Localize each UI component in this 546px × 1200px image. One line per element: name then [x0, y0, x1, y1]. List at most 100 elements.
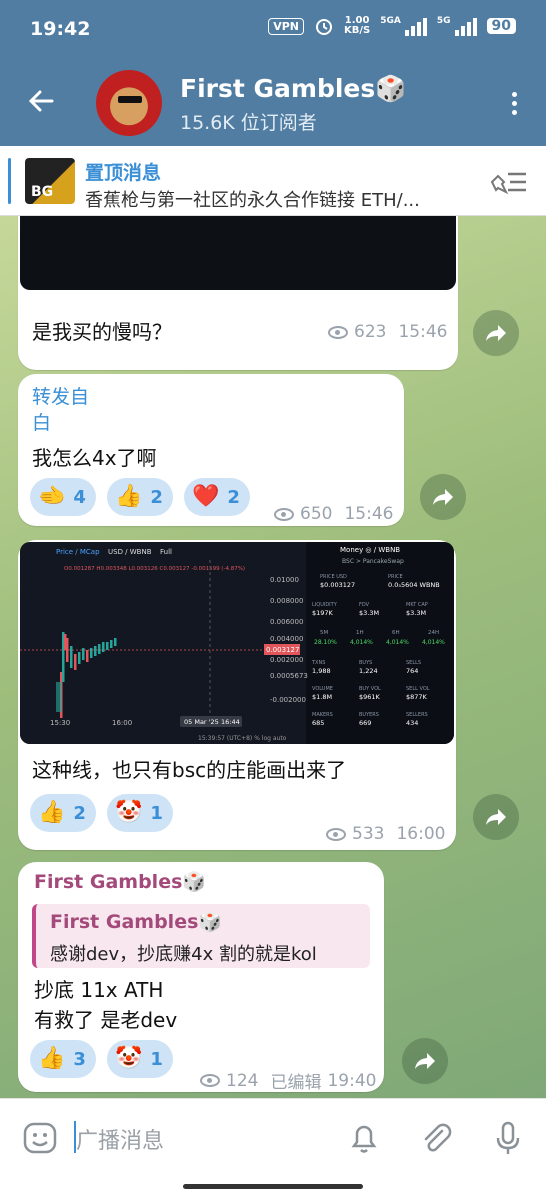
vpn-icon: VPN	[268, 17, 304, 35]
message-meta: 623 15:46	[328, 322, 447, 342]
message-bubble[interactable]: Price / MCap USD / WBNB Full O0.001287 H…	[18, 540, 456, 850]
signal-icon	[404, 16, 427, 36]
candle	[110, 640, 113, 648]
reaction-emoji: 🤡	[115, 1046, 143, 1071]
price-tick: 0.008000	[270, 597, 303, 605]
message-time: 19:40	[327, 1070, 377, 1091]
reaction-chip[interactable]: 👍 2	[107, 478, 173, 516]
period-value: 4,014%	[422, 639, 445, 646]
reaction-chip[interactable]: 🤡 1	[107, 794, 173, 832]
txn-value: 685	[312, 719, 324, 727]
channel-avatar[interactable]	[96, 70, 162, 136]
reaction-chip[interactable]: 👍 3	[30, 1040, 96, 1078]
message-image[interactable]	[20, 216, 456, 290]
app-header: 19:42 VPN 1.00 KB/S 5GA 5G 90 First Gambl…	[0, 0, 546, 146]
txn-label: SELLERS	[406, 712, 428, 718]
stat-label: MKT CAP	[406, 602, 428, 608]
pin-list-icon[interactable]	[488, 168, 528, 196]
share-button[interactable]	[420, 474, 466, 520]
reaction-count: 2	[73, 802, 86, 824]
chart-toolbar-item: Price / MCap	[56, 548, 100, 556]
chart-screenshot[interactable]: Price / MCap USD / WBNB Full O0.001287 H…	[20, 542, 454, 744]
pinned-message-bar[interactable]: BG 置顶消息 香蕉枪与第一社区的永久合作链接 ETH/...	[0, 146, 546, 216]
share-button[interactable]	[402, 1038, 448, 1084]
share-button[interactable]	[473, 794, 519, 840]
message-bubble[interactable]: 是我买的慢吗？ 623 15:46	[18, 216, 458, 370]
message-time: 15:46	[398, 322, 448, 342]
chart-footer: 15:39:57 (UTC+8) % log auto	[198, 735, 287, 742]
token-chain: BSC > PancakeSwap	[342, 558, 404, 565]
stat-label: LIQUIDITY	[312, 602, 338, 608]
txn-value: 764	[406, 667, 418, 675]
alarm-icon	[316, 19, 332, 35]
stat-label: PRICE	[388, 574, 403, 580]
reaction-count: 3	[73, 1048, 86, 1070]
bell-icon[interactable]	[346, 1119, 382, 1157]
views-icon	[328, 325, 348, 339]
home-indicator[interactable]	[183, 1184, 363, 1189]
volume-bar	[56, 682, 62, 712]
period-value: 4,014%	[350, 639, 373, 646]
forward-source[interactable]: 白	[32, 408, 51, 435]
time-tick: 16:44	[221, 718, 240, 726]
stat-value: $3.3M	[406, 609, 426, 617]
message-author[interactable]: First Gambles🎲	[34, 870, 206, 893]
txn-label: VOLUME	[312, 686, 333, 692]
channel-title[interactable]: First Gambles🎲	[180, 74, 406, 104]
reaction-chip[interactable]: 👍 2	[30, 794, 96, 832]
microphone-icon[interactable]	[490, 1119, 526, 1157]
edited-label: 已编辑	[270, 1073, 322, 1093]
txn-label: BUYS	[359, 660, 372, 666]
message-text: 是我买的慢吗？	[32, 320, 172, 344]
more-menu-icon[interactable]	[512, 92, 518, 118]
attach-icon[interactable]	[418, 1119, 454, 1157]
pinned-thumb-label: BG	[31, 184, 54, 200]
txn-value: $961K	[359, 693, 381, 701]
stat-value: $0.003127	[320, 581, 355, 589]
candle	[70, 646, 73, 668]
txn-value: $877K	[406, 693, 428, 701]
txn-label: SELL VOL	[406, 686, 430, 692]
chart-toolbar-item: Full	[160, 548, 172, 556]
candle	[94, 646, 97, 656]
message-bubble[interactable]: 转发自 白 我怎么4x了啊 🫲 4 👍 2 ❤️ 2 650 15:46	[18, 374, 404, 526]
reaction-chip[interactable]: ❤️ 2	[184, 478, 250, 516]
gesture-navigation-bar	[0, 1180, 546, 1200]
reaction-emoji: 👍	[38, 1046, 66, 1071]
txn-label: BUYERS	[359, 712, 379, 718]
share-arrow-icon	[433, 489, 453, 505]
message-bubble[interactable]: First Gambles🎲 First Gambles🎲 感谢dev，抄底赚4…	[18, 862, 384, 1093]
signal-icon-2	[454, 16, 477, 36]
candle	[106, 642, 109, 650]
views-count: 124	[226, 1070, 259, 1091]
reaction-emoji: 👍	[38, 800, 66, 825]
stat-value: 0.0₅5604 WBNB	[388, 581, 440, 589]
period-value: 28.10%	[314, 639, 337, 646]
message-meta: 124 已编辑 19:40	[200, 1068, 376, 1093]
txn-value: 669	[359, 719, 371, 727]
candle	[66, 638, 69, 662]
chart-ohlc: O0.001287 H0.003348 L0.003126 C0.003127 …	[64, 566, 245, 572]
reaction-count: 1	[150, 1048, 163, 1070]
period-label: 24H	[428, 630, 439, 636]
reaction-chip[interactable]: 🤡 1	[107, 1040, 173, 1078]
message-text-line: 有救了 是老dev	[34, 1008, 178, 1032]
txn-value: 1,224	[359, 667, 378, 675]
message-time: 15:46	[344, 504, 394, 524]
message-meta: 650 15:46	[274, 504, 393, 524]
quote-text: 感谢dev，抄底赚4x 割的就是kol	[50, 944, 317, 965]
share-button[interactable]	[473, 310, 519, 356]
txn-label: MAKERS	[312, 712, 333, 718]
back-arrow-icon[interactable]	[26, 86, 56, 116]
stat-value: $3.3M	[359, 609, 379, 617]
message-input-bar: 广播消息	[0, 1098, 546, 1180]
broadcast-input[interactable]: 广播消息	[76, 1123, 164, 1155]
candle	[86, 650, 89, 662]
reaction-chip[interactable]: 🫲 4	[30, 478, 96, 516]
chat-area[interactable]: 是我买的慢吗？ 623 15:46 转发自 白 我怎么4x了啊 🫲 4 👍 2 …	[0, 216, 546, 1098]
reply-quote[interactable]: First Gambles🎲 感谢dev，抄底赚4x 割的就是kol	[32, 904, 370, 968]
price-tick: -0.002000	[270, 696, 306, 704]
sticker-icon[interactable]	[22, 1119, 58, 1157]
net1-label: 5GA	[380, 16, 401, 26]
candle	[90, 648, 93, 658]
